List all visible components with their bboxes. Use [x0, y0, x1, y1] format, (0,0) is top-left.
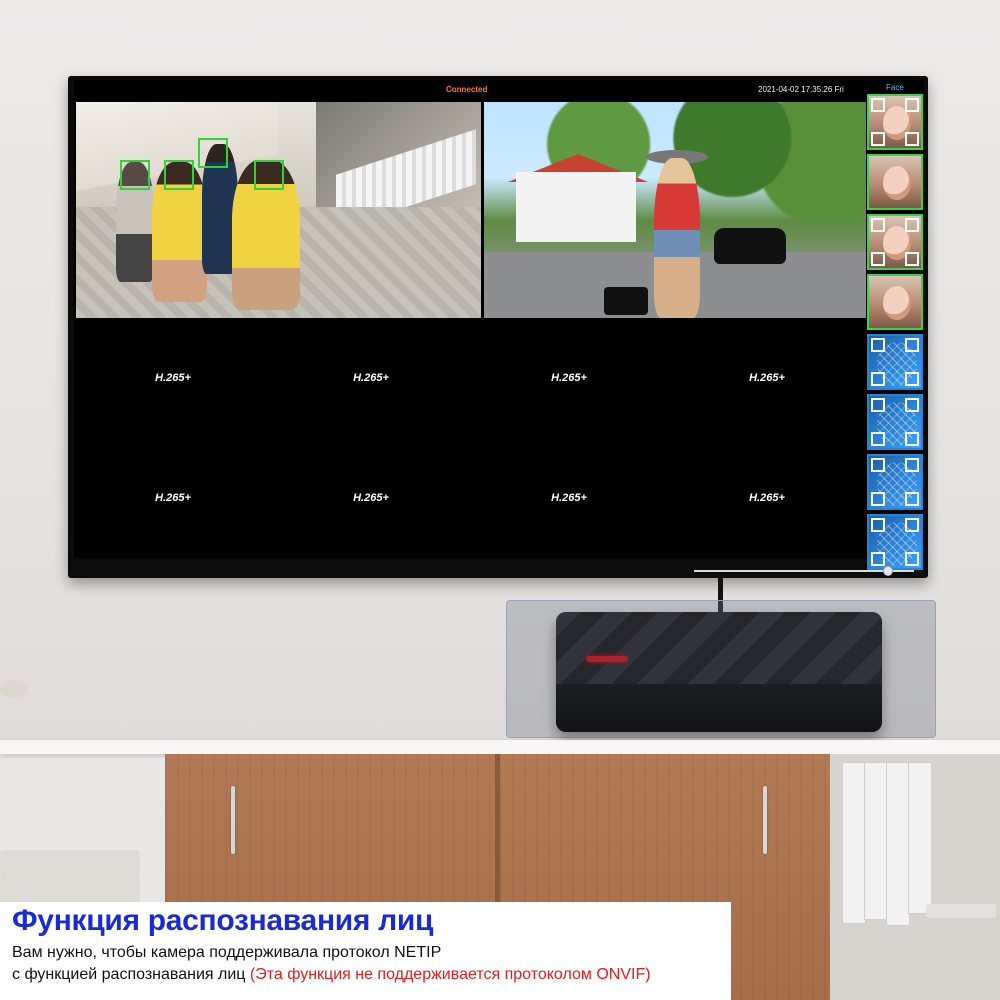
folded-cloth [0, 850, 140, 878]
woman-walking [654, 158, 700, 318]
face-scan-icon[interactable] [867, 514, 923, 570]
nvr-device [556, 612, 882, 732]
connection-status: Connected [446, 85, 488, 94]
cabinet-handle [763, 786, 767, 854]
caption-line-2-main: с функцией распознавания лиц [12, 966, 250, 983]
detected-face-icon[interactable] [867, 214, 923, 270]
face-thumbnail-panel [867, 94, 924, 570]
channel-cell[interactable]: H.265+ [74, 318, 272, 438]
book [864, 762, 888, 920]
channel-cell[interactable]: H.265+ [470, 438, 668, 558]
face-photo [883, 286, 911, 320]
face-photo [883, 166, 911, 200]
cabinet-handle [231, 786, 235, 854]
nvr-top-cover [556, 612, 882, 684]
car [714, 228, 786, 264]
camera-tile-1[interactable] [76, 102, 481, 318]
detected-face-icon[interactable] [867, 274, 923, 330]
camera-tile-2[interactable] [484, 102, 866, 318]
bowl [0, 680, 28, 698]
channel-cell[interactable]: H.265+ [74, 438, 272, 558]
channel-cell[interactable]: H.265+ [272, 318, 470, 438]
playback-slider[interactable] [694, 566, 914, 576]
face-detection-box [164, 160, 194, 190]
face-detection-box [120, 160, 150, 190]
book [886, 762, 910, 926]
detected-face-icon[interactable] [867, 154, 923, 210]
caption-line-2: с функцией распознавания лиц (Эта функци… [12, 966, 651, 984]
face-scan-icon[interactable] [867, 454, 923, 510]
face-detection-box [198, 138, 228, 168]
caption-title: Функция распознавания лиц [12, 904, 434, 937]
folded-cloth [0, 876, 140, 904]
channel-cell[interactable]: H.265+ [668, 438, 866, 558]
face-scan-icon[interactable] [867, 334, 923, 390]
slider-thumb[interactable] [883, 566, 893, 576]
date-time-readout: 2021-04-02 17:35:26 Fri [758, 85, 844, 94]
suitcase [604, 287, 648, 315]
book [908, 762, 932, 914]
channel-cell[interactable]: H.265+ [470, 318, 668, 438]
caption-note: (Эта функция не поддерживается протоколо… [249, 966, 651, 983]
plate [926, 904, 996, 918]
channel-cell[interactable]: H.265+ [668, 318, 866, 438]
power-led-icon [586, 656, 628, 662]
empty-channel-grid: H.265+ H.265+ H.265+ H.265+ H.265+ H.265… [74, 318, 866, 558]
face-scan-icon[interactable] [867, 394, 923, 450]
book [842, 762, 866, 924]
face-detection-box [254, 160, 284, 190]
face-panel-label: Face [886, 83, 904, 92]
house [516, 172, 636, 242]
screen-top-bar: Connected 2021-04-02 17:35:26 Fri Face [74, 80, 924, 100]
feature-caption: Функция распознавания лиц Вам нужно, что… [0, 902, 731, 1000]
channel-cell[interactable]: H.265+ [272, 438, 470, 558]
detected-face-icon[interactable] [867, 94, 923, 150]
nvr-front-panel [556, 684, 882, 732]
caption-line-1: Вам нужно, чтобы камера поддерживала про… [12, 944, 442, 961]
tv-console-top [0, 740, 1000, 754]
open-shelf [830, 754, 1000, 1000]
slider-track [694, 570, 914, 572]
nvr-monitor-screen: Connected 2021-04-02 17:35:26 Fri Face H… [74, 80, 924, 576]
